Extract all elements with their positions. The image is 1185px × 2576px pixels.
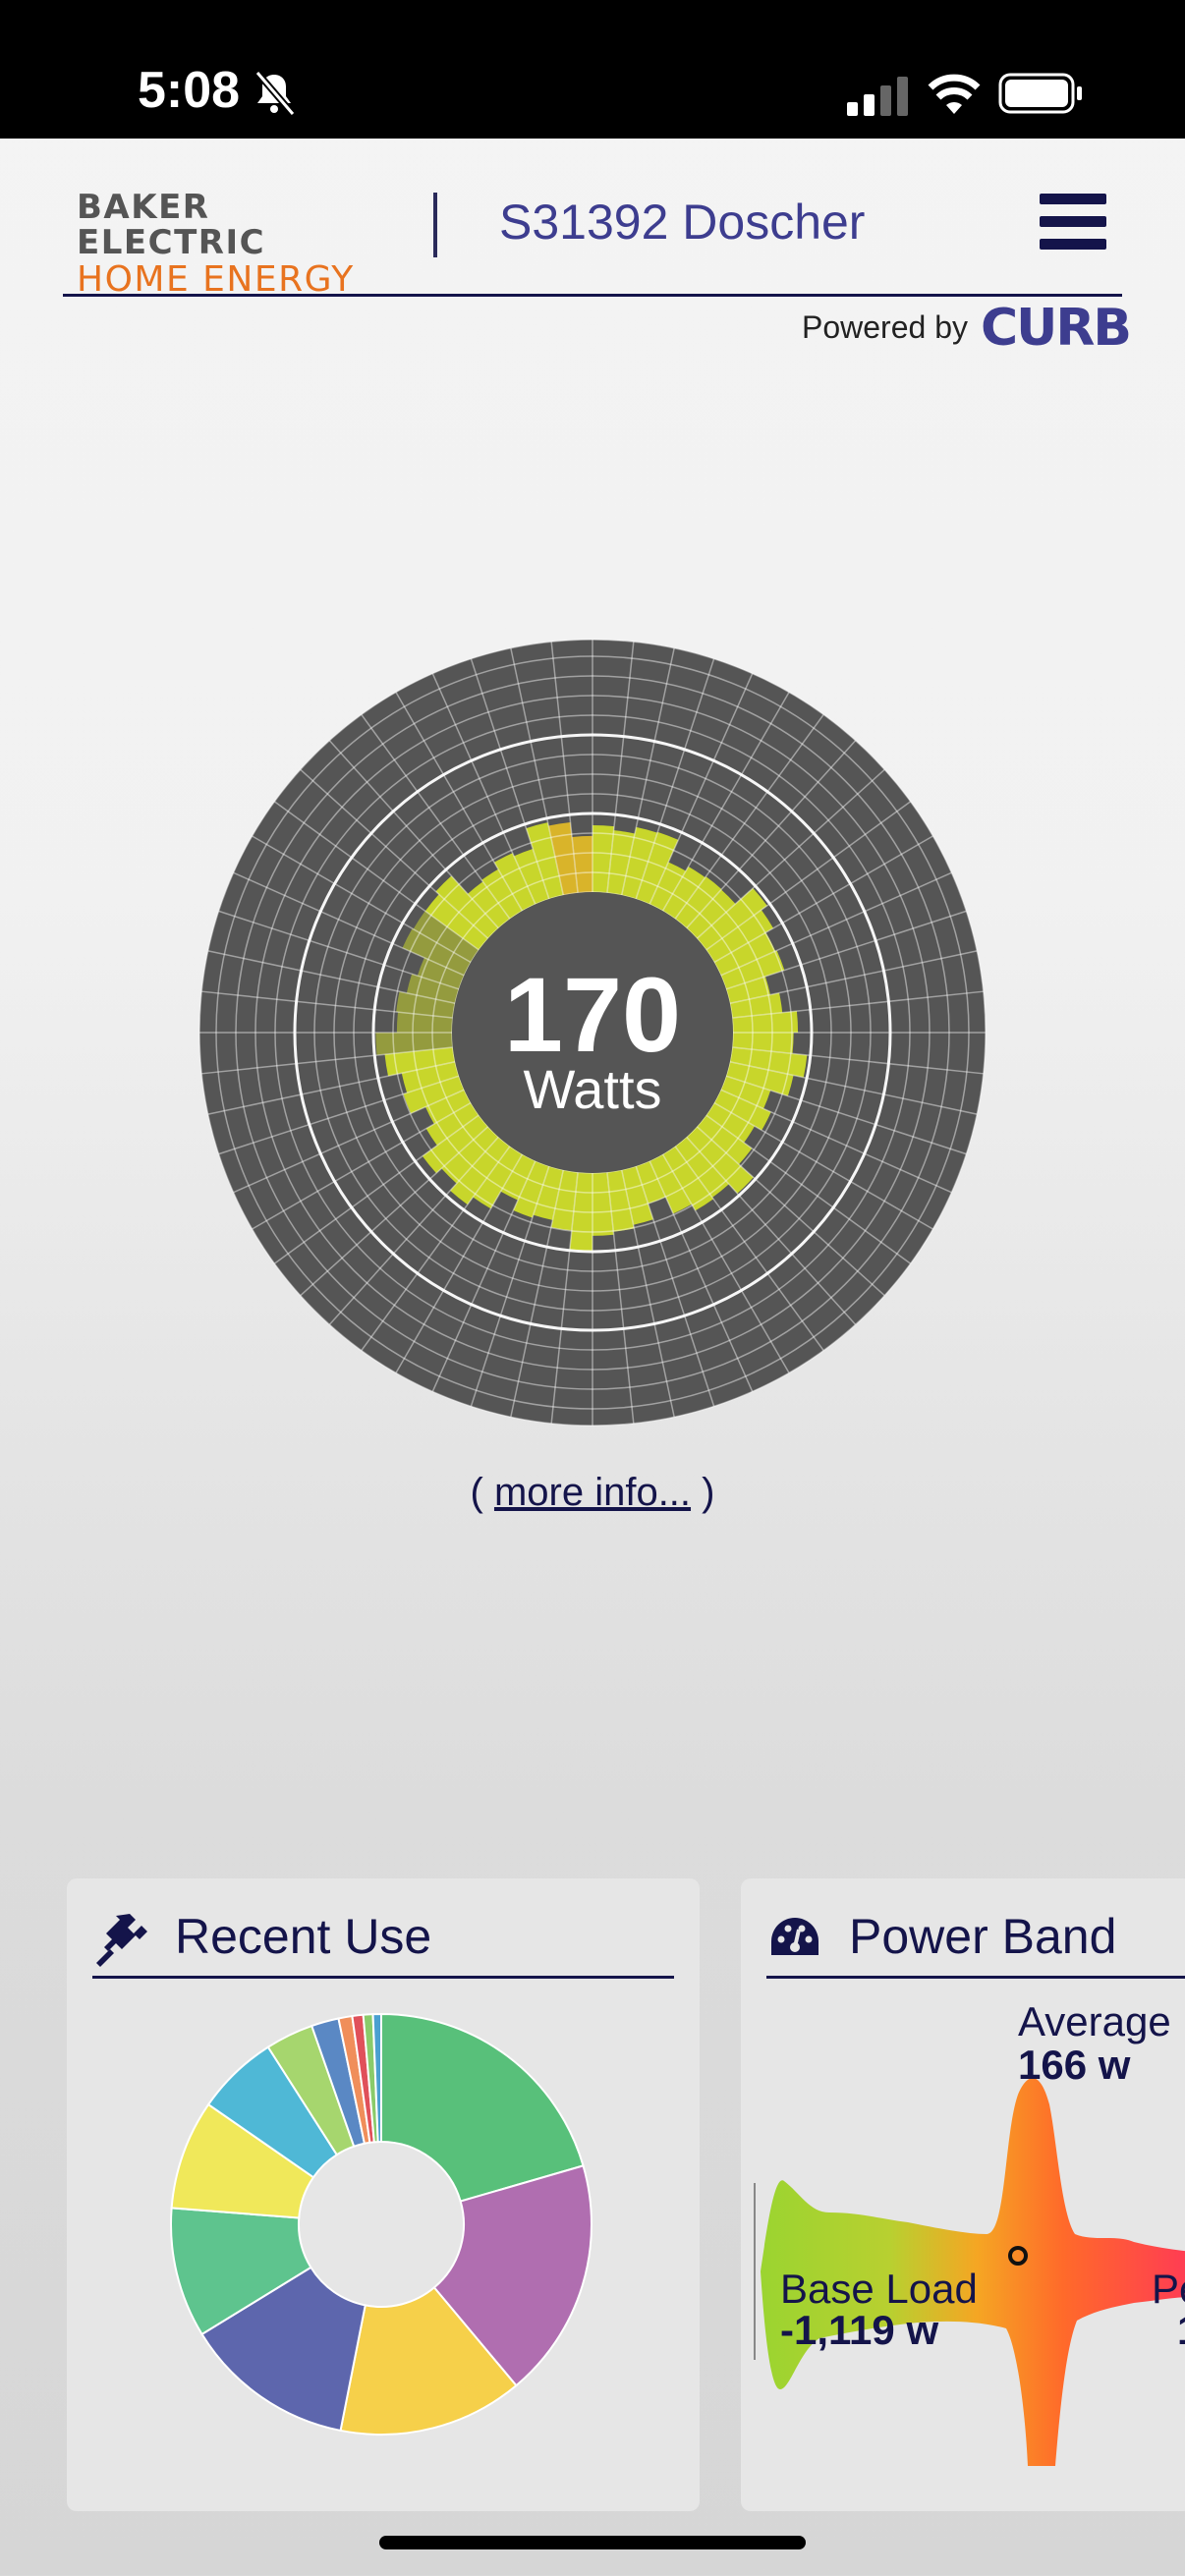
base-load-label: Base Load: [780, 2266, 978, 2312]
header-divider: [433, 193, 437, 257]
peak-value: 1: [1177, 2307, 1185, 2354]
brand-logo: BAKER ELECTRIC HOME ENERGY: [77, 190, 371, 300]
live-power-radial-chart[interactable]: 170 Watts: [197, 637, 988, 1428]
recent-use-header: Recent Use: [92, 1900, 674, 1979]
power-band-header: Power Band: [766, 1900, 1185, 1979]
more-info-link[interactable]: more info...: [494, 1471, 691, 1514]
hamburger-menu-icon[interactable]: [1040, 194, 1106, 251]
live-power-value: 170: [504, 955, 681, 1074]
home-indicator[interactable]: [379, 2536, 806, 2549]
live-power-unit: Watts: [523, 1058, 661, 1120]
power-band-title: Power Band: [849, 1909, 1117, 1964]
battery-icon: [998, 73, 1082, 114]
app-header: BAKER ELECTRIC HOME ENERGY S31392 Dosche…: [0, 139, 1185, 374]
plug-icon: [96, 1914, 147, 1967]
base-load-value: -1,119 w: [780, 2307, 939, 2353]
powered-by-label: Powered by: [802, 309, 968, 345]
recent-use-title: Recent Use: [175, 1909, 432, 1964]
more-info-close: ): [691, 1471, 715, 1514]
wifi-icon: [928, 74, 981, 114]
curb-logo: CURB: [981, 299, 1132, 358]
more-info: ( more info... ): [0, 1471, 1185, 1515]
recent-use-card[interactable]: Recent Use: [67, 1878, 700, 2511]
brand-top-text: BAKER ELECTRIC: [77, 188, 266, 262]
site-title[interactable]: S31392 Doscher: [499, 194, 865, 251]
more-info-open: (: [470, 1471, 494, 1514]
donut-slice[interactable]: [380, 2012, 585, 2203]
recent-use-donut-chart[interactable]: [165, 2008, 597, 2440]
peak-label: Pe: [1152, 2266, 1185, 2312]
power-band-card[interactable]: Power Band Average 166 w Base Load -1,11…: [741, 1878, 1185, 2511]
gauge-icon: [771, 1918, 818, 1955]
status-bar: 5:08: [0, 0, 1185, 139]
header-rule: [63, 294, 1122, 297]
average-label: Average: [1018, 1998, 1171, 2044]
status-time: 5:08: [138, 62, 241, 119]
average-value: 166 w: [1018, 2042, 1131, 2088]
bell-slash-icon: [254, 70, 296, 117]
cellular-signal-icon: [847, 77, 908, 116]
